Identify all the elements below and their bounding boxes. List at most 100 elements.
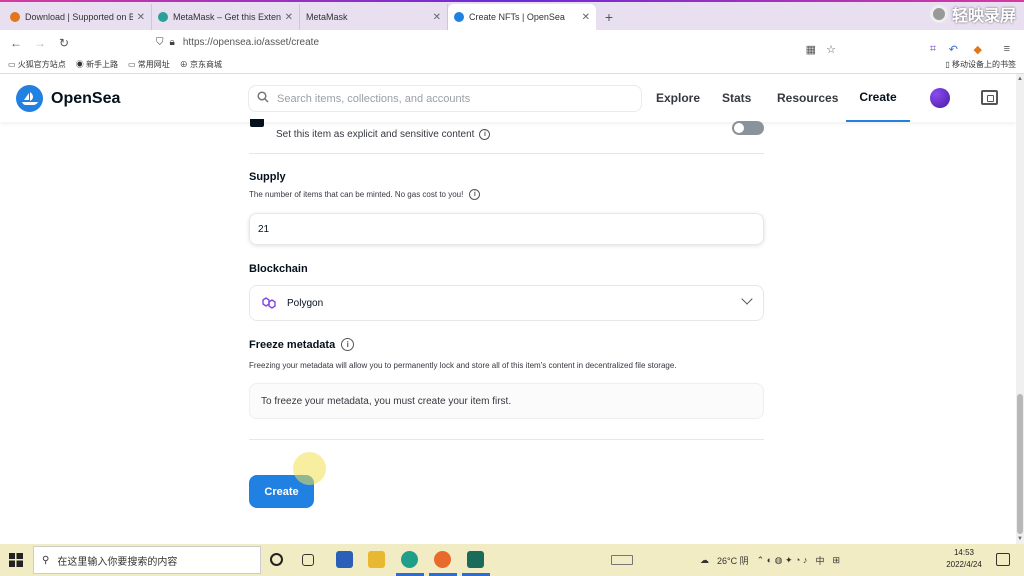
browser-tab[interactable]: MetaMask – Get this Extensio ✕ — [152, 4, 300, 30]
battery-icon[interactable] — [611, 555, 633, 565]
blockchain-label-text: Blockchain — [249, 263, 308, 275]
bookmark-item[interactable]: ▭ 常用网址 — [128, 59, 170, 70]
mobile-bookmarks[interactable]: ▯ 移动设备上的书签 — [945, 59, 1016, 70]
bookmark-label: 常用网址 — [137, 59, 170, 69]
bookmark-item[interactable]: ◉ 新手上路 — [76, 59, 118, 70]
close-icon[interactable]: ✕ — [137, 12, 145, 23]
freeze-desc-text: Freezing your metadata will allow you to… — [249, 361, 677, 370]
nav-stats[interactable]: Stats — [722, 74, 751, 122]
clock-date: 2022/4/24 — [946, 560, 982, 569]
page-scrollbar[interactable]: ▲ ▼ — [1016, 74, 1024, 544]
browser-tab-active[interactable]: Create NFTs | OpenSea ✕ — [448, 4, 596, 30]
bookmark-label: 移动设备上的书签 — [952, 59, 1016, 69]
freeze-description: Freezing your metadata will allow you to… — [249, 361, 677, 370]
blockchain-value: Polygon — [287, 297, 324, 309]
wallet-icon[interactable] — [981, 90, 998, 105]
freeze-notice-text: To freeze your metadata, you must create… — [261, 395, 512, 407]
cursor-highlight — [293, 452, 326, 485]
scrollbar-thumb[interactable] — [1017, 394, 1023, 534]
edge-browser-icon[interactable] — [401, 551, 418, 568]
reload-icon[interactable]: ↻ — [52, 36, 76, 50]
firefox-icon[interactable] — [434, 551, 451, 568]
forward-icon[interactable]: → — [28, 36, 52, 50]
lock-icon[interactable]: 🔒︎ — [170, 37, 175, 48]
opensea-favicon-icon — [454, 12, 464, 22]
info-icon[interactable]: i — [479, 129, 491, 140]
explicit-toggle[interactable] — [732, 121, 764, 135]
new-tab-button[interactable]: + — [596, 4, 622, 30]
input-method-indicator[interactable]: 中 — [815, 554, 824, 567]
bookmark-item[interactable]: ⊕ 京东商城 — [180, 59, 222, 70]
chevron-down-icon — [741, 293, 753, 305]
qr-code-icon[interactable]: ▦ — [806, 43, 816, 56]
metamask-favicon-icon — [158, 12, 168, 22]
supply-value: 21 — [258, 223, 270, 235]
supply-input[interactable]: 21 — [249, 213, 764, 245]
tabstrip-accent-line — [0, 0, 1024, 2]
bookmarks-bar: ▭ 火狐官方站点 ◉ 新手上路 ▭ 常用网址 ⊕ 京东商城 ▯ 移动设备上的书签 — [0, 55, 1024, 74]
blockchain-label: Blockchain — [249, 263, 308, 275]
metamask-extension-icon[interactable]: ◆ — [974, 43, 982, 56]
blockchain-select[interactable]: Polygon — [249, 285, 764, 321]
bookmark-label: 火狐官方站点 — [17, 59, 66, 69]
opensea-ship-icon — [16, 85, 43, 112]
task-view-icon[interactable] — [302, 554, 314, 566]
info-icon[interactable]: i — [469, 189, 481, 200]
freeze-metadata-label: Freeze metadata i — [249, 338, 355, 351]
bookmark-label: 京东商城 — [190, 59, 223, 69]
supply-desc-text: The number of items that can be minted. … — [249, 190, 464, 199]
search-input[interactable]: Search items, collections, and accounts — [248, 85, 642, 112]
opensea-logo[interactable]: OpenSea — [16, 85, 120, 112]
menu-icon[interactable]: ≡ — [1004, 43, 1010, 55]
browser-tab-strip: Download | Supported on Br ✕ MetaMask – … — [0, 0, 1024, 30]
close-icon[interactable]: ✕ — [582, 12, 590, 23]
tab-title: Create NFTs | OpenSea — [469, 12, 565, 22]
tab-title: MetaMask — [306, 12, 348, 22]
search-icon: ⚲ — [42, 554, 50, 566]
nav-resources[interactable]: Resources — [777, 74, 838, 122]
browser-tab[interactable]: Download | Supported on Br ✕ — [4, 4, 152, 30]
browser-tab[interactable]: MetaMask ✕ — [300, 4, 448, 30]
nav-explore[interactable]: Explore — [656, 74, 700, 122]
url-field[interactable]: ⛉ 🔒︎ https://opensea.io/asset/create — [156, 33, 846, 53]
search-placeholder: Search items, collections, and accounts — [277, 92, 471, 105]
avatar[interactable] — [930, 88, 950, 108]
screenshot-icon[interactable]: ⌗ — [930, 43, 936, 56]
shield-icon[interactable]: ⛉ — [156, 37, 164, 48]
windows-start-icon[interactable] — [0, 544, 32, 576]
bookmark-star-icon[interactable]: ☆ — [826, 43, 836, 56]
firefox-favicon-icon — [10, 12, 20, 22]
cortana-icon[interactable] — [270, 553, 283, 566]
explicit-content-row: Set this item as explicit and sensitive … — [249, 119, 764, 154]
taskbar-search-input[interactable]: ⚲ 在这里输入你要搜索的内容 — [33, 546, 261, 574]
tab-title: Download | Supported on Br — [25, 12, 133, 22]
address-bar: ← → ↻ ⛉ 🔒︎ https://opensea.io/asset/crea… — [0, 30, 1024, 56]
back-icon[interactable]: ← — [4, 36, 28, 50]
notification-icon[interactable] — [996, 553, 1010, 566]
close-icon[interactable]: ✕ — [433, 12, 441, 23]
system-clock[interactable]: 14:53 2022/4/24 — [936, 547, 992, 571]
explicit-sub-text: Set this item as explicit and sensitive … — [276, 129, 475, 140]
undo-icon[interactable]: ↶ — [949, 43, 958, 56]
recorder-app-icon[interactable] — [467, 551, 484, 568]
freeze-label-text: Freeze metadata — [249, 338, 336, 351]
weather-icon[interactable]: ☁ — [700, 555, 709, 566]
weather-text[interactable]: 26°C 阴 — [717, 554, 749, 567]
scroll-up-icon[interactable]: ▲ — [1016, 76, 1024, 82]
record-icon — [929, 5, 948, 23]
info-icon[interactable]: i — [341, 338, 355, 351]
scroll-down-icon[interactable]: ▼ — [1016, 536, 1024, 542]
tab-title: MetaMask – Get this Extensio — [173, 12, 281, 22]
bookmark-item[interactable]: ▭ 火狐官方站点 — [8, 59, 66, 70]
site-header: OpenSea Search items, collections, and a… — [0, 74, 1016, 122]
nav-create[interactable]: Create — [846, 74, 910, 122]
ime-mode-icon[interactable]: ⊞ — [832, 555, 840, 566]
tray-icons[interactable]: ⌃ ◐ ◍ ✦ ◔ ♪ — [757, 555, 808, 566]
brand-name: OpenSea — [51, 89, 121, 107]
system-tray: ☁ 26°C 阴 ⌃ ◐ ◍ ✦ ◔ ♪ 中 ⊞ — [700, 544, 840, 576]
bookmark-label: 新手上路 — [86, 59, 119, 69]
warning-icon — [250, 119, 264, 127]
file-explorer-icon[interactable] — [368, 551, 385, 568]
security-app-icon[interactable] — [336, 551, 353, 568]
close-icon[interactable]: ✕ — [285, 12, 293, 23]
